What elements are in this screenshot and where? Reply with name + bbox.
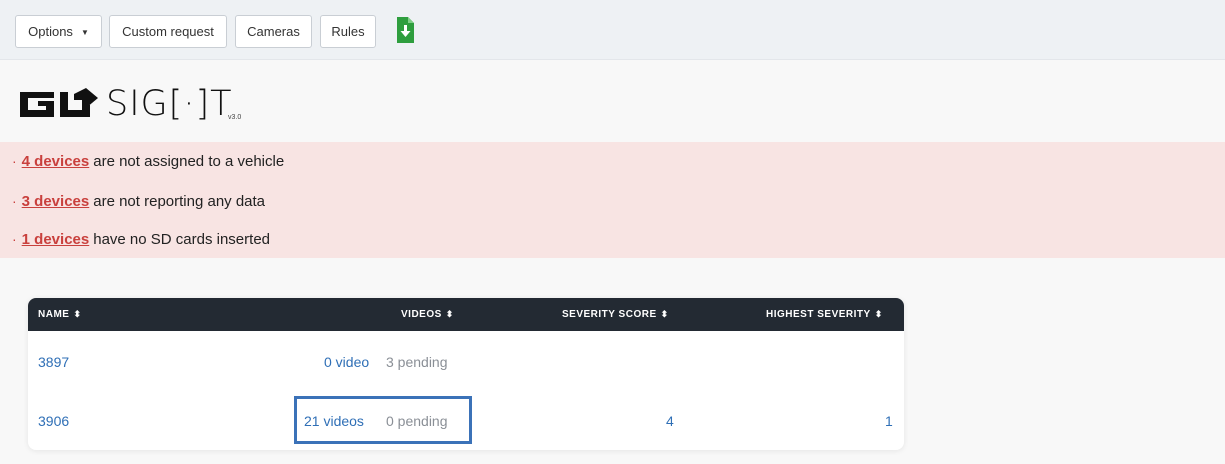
sort-icon: ⬍ — [660, 309, 669, 319]
options-label: Options — [28, 24, 73, 39]
column-header-severity-score[interactable]: SEVERITY SCORE ⬍ — [562, 298, 669, 331]
alert-item: · 3 devices are not reporting any data — [12, 190, 265, 212]
sort-icon: ⬍ — [73, 309, 82, 319]
column-header-videos[interactable]: VIDEOS ⬍ — [401, 298, 454, 331]
device-name-link[interactable]: 3897 — [38, 333, 69, 391]
videos-highlight-box — [294, 396, 472, 444]
cameras-label: Cameras — [247, 24, 300, 39]
rules-label: Rules — [331, 24, 365, 39]
highest-severity[interactable]: 1 — [885, 392, 893, 450]
cameras-button[interactable]: Cameras — [235, 15, 312, 48]
column-label: SEVERITY SCORE — [562, 309, 657, 320]
options-dropdown-button[interactable]: Options ▼ — [15, 15, 102, 48]
bullet-icon: · — [12, 193, 17, 209]
column-label: HIGHEST SEVERITY — [766, 309, 871, 320]
page: Options ▼ Custom request Cameras Rules SI… — [0, 0, 1225, 464]
device-name-link[interactable]: 3906 — [38, 392, 69, 450]
toolbar: Options ▼ Custom request Cameras Rules — [0, 0, 1225, 60]
rules-button[interactable]: Rules — [320, 15, 376, 48]
alert-devices-link[interactable]: 4 devices — [22, 153, 90, 170]
custom-request-button[interactable]: Custom request — [109, 15, 227, 48]
pending-count: 3 pending — [386, 354, 448, 370]
alert-text: are not assigned to a vehicle — [93, 153, 285, 170]
column-header-highest-severity[interactable]: HIGHEST SEVERITY ⬍ — [766, 298, 883, 331]
bullet-icon: · — [12, 153, 17, 169]
alert-text: are not reporting any data — [93, 193, 266, 210]
alert-item: · 4 devices are not assigned to a vehicle — [12, 150, 284, 172]
alert-text: have no SD cards inserted — [93, 231, 270, 248]
alert-devices-link[interactable]: 3 devices — [22, 193, 90, 210]
severity-score[interactable]: 4 — [666, 392, 674, 450]
bullet-icon: · — [12, 231, 17, 247]
alert-item: · 1 devices have no SD cards inserted — [12, 228, 270, 250]
gosight-logo-icon — [20, 88, 98, 117]
column-label: NAME — [38, 309, 70, 320]
sort-icon: ⬍ — [445, 309, 454, 319]
alert-devices-link[interactable]: 1 devices — [22, 231, 90, 248]
table-header: NAME ⬍ VIDEOS ⬍ SEVERITY SCORE ⬍ HIGHEST SE… — [28, 298, 904, 331]
sort-icon: ⬍ — [874, 309, 883, 319]
column-header-name[interactable]: NAME ⬍ — [38, 298, 82, 331]
logo-wordmark: SIG[·]T — [106, 84, 233, 124]
download-file-icon[interactable] — [395, 16, 415, 44]
alerts-panel: · 4 devices are not assigned to a vehicle … — [0, 142, 1225, 258]
caret-down-icon: ▼ — [80, 28, 89, 37]
videos-link[interactable]: 0 video — [324, 333, 369, 391]
column-label: VIDEOS — [401, 309, 442, 320]
version-label: v3.0 — [228, 114, 242, 121]
table-row: 3897 0 video 3 pending — [28, 333, 904, 391]
custom-request-label: Custom request — [122, 24, 214, 39]
